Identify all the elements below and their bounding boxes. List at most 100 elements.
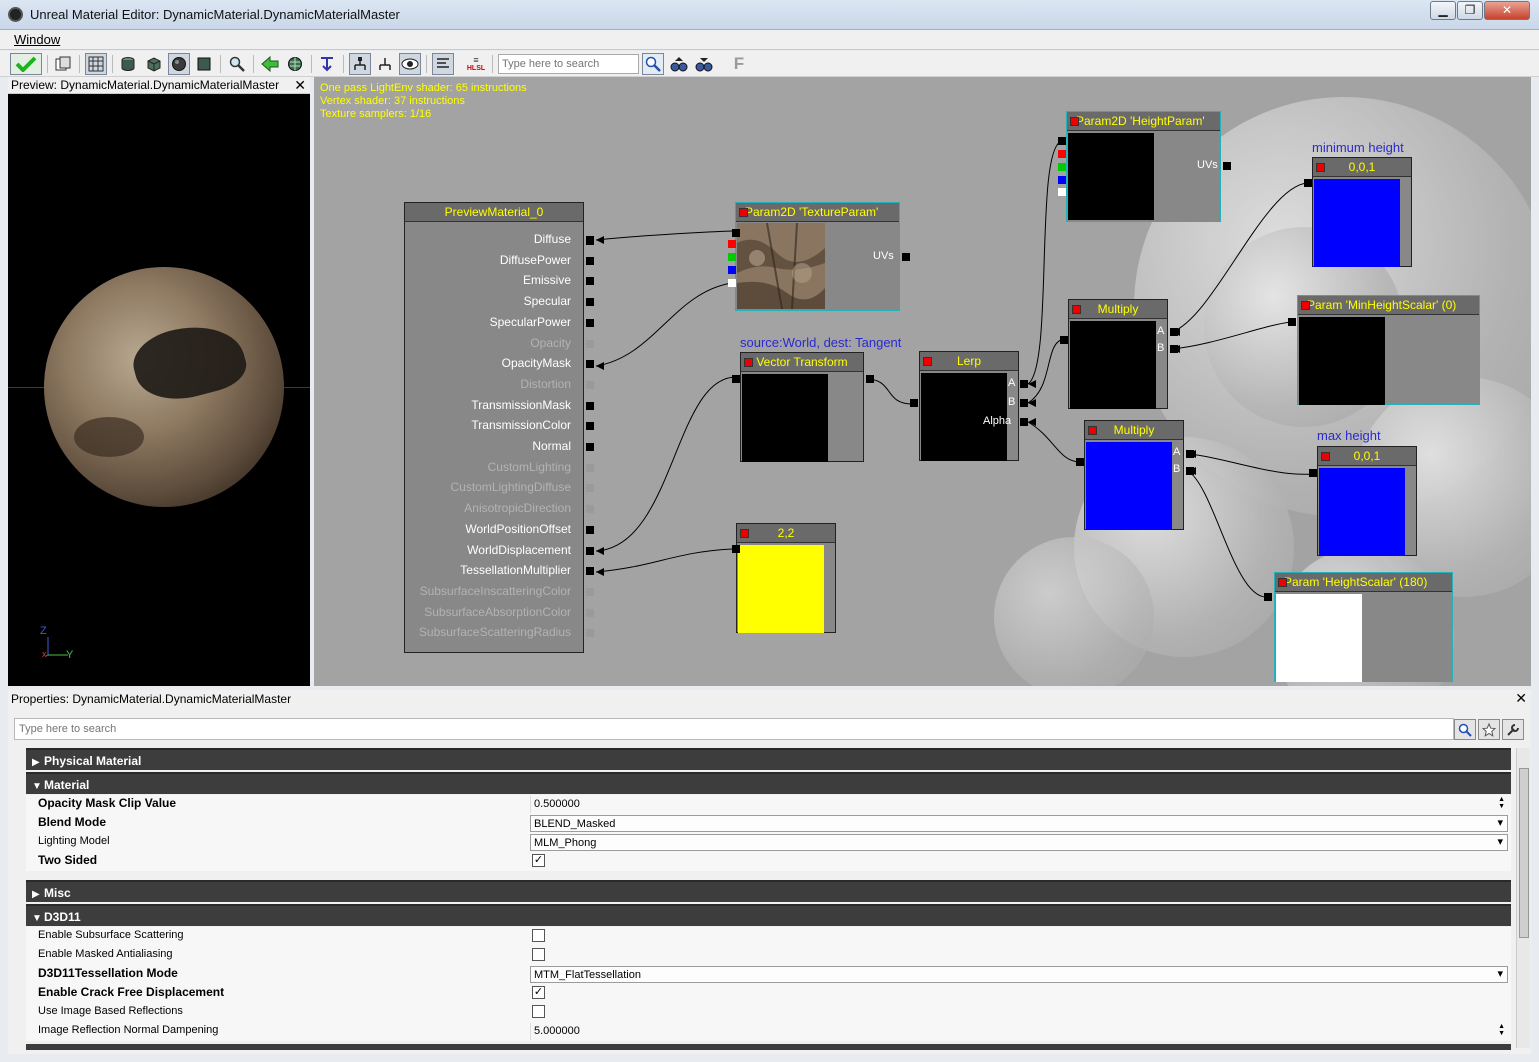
- material-input-pin[interactable]: [586, 525, 594, 534]
- node-min-height[interactable]: 0,0,1: [1312, 157, 1412, 267]
- material-input-pin[interactable]: [586, 401, 594, 410]
- material-input-pin[interactable]: [586, 629, 594, 638]
- ibr-checkbox[interactable]: [532, 1005, 545, 1018]
- material-input-pin[interactable]: [586, 443, 594, 451]
- go-to-material-button[interactable]: [259, 53, 281, 75]
- material-input-pin[interactable]: [586, 608, 594, 617]
- properties-search-button[interactable]: [1454, 719, 1476, 740]
- crack-free-checkbox[interactable]: ✓: [532, 986, 545, 999]
- home-node-button[interactable]: [284, 53, 306, 75]
- search-next-button[interactable]: [693, 53, 715, 75]
- toolbar-search-button[interactable]: [642, 53, 664, 75]
- property-settings-button[interactable]: [1502, 719, 1524, 740]
- blend-mode-select[interactable]: BLEND_Masked: [530, 815, 1508, 832]
- height-thumbnail: [1068, 133, 1154, 220]
- preview-sphere[interactable]: [44, 267, 284, 507]
- section-misc[interactable]: ▶ Misc: [26, 880, 1511, 902]
- material-input-pin[interactable]: [586, 463, 594, 472]
- node-min-height-scalar[interactable]: Param 'MinHeightScalar' (0): [1297, 295, 1480, 405]
- material-input-label: WorldPositionOffset: [465, 521, 571, 536]
- properties-search-input[interactable]: [14, 718, 1454, 740]
- material-input-pin[interactable]: [586, 546, 594, 555]
- favorites-button[interactable]: [1478, 719, 1500, 740]
- view-hlsl-button[interactable]: ≡ HLSL: [465, 53, 487, 75]
- texture-uvs-label: UVs: [873, 250, 894, 262]
- preview-close-button[interactable]: ✕: [294, 77, 306, 94]
- hlsl-label: HLSL: [466, 65, 486, 72]
- binoculars-up-icon: [670, 57, 688, 72]
- material-input-label: WorldDisplacement: [467, 542, 571, 557]
- spinner-icon[interactable]: ▲ ▼: [1498, 1023, 1505, 1037]
- vector-transform-preview: [742, 374, 828, 462]
- node-constant-2-2[interactable]: 2,2: [736, 523, 836, 633]
- material-input-pin[interactable]: [586, 505, 594, 514]
- masked-aa-checkbox[interactable]: [532, 948, 545, 961]
- node-texture-param[interactable]: Param2D 'TextureParam' UVs: [735, 202, 900, 311]
- toggle-preview-button[interactable]: [399, 53, 421, 75]
- material-input-pin[interactable]: [586, 567, 594, 576]
- subsurface-checkbox[interactable]: [532, 929, 545, 942]
- material-input-pin[interactable]: [586, 256, 594, 265]
- node-multiply-1[interactable]: Multiply A B: [1068, 299, 1168, 409]
- close-button[interactable]: ✕: [1484, 1, 1530, 20]
- node-lerp[interactable]: Lerp A B Alpha: [919, 351, 1019, 461]
- node-vector-transform[interactable]: Vector Transform: [740, 352, 864, 462]
- node-max-height[interactable]: 0,0,1: [1317, 446, 1417, 556]
- material-input-pin[interactable]: [586, 422, 594, 431]
- menu-window[interactable]: Window: [14, 32, 60, 47]
- flatten-button[interactable]: F: [728, 53, 750, 75]
- realtime-nodes-button[interactable]: [374, 53, 396, 75]
- properties-close-button[interactable]: ✕: [1515, 690, 1527, 707]
- plane-preview-button[interactable]: [193, 53, 215, 75]
- plane-icon: [197, 57, 211, 71]
- material-input-pin[interactable]: [586, 277, 594, 286]
- lighting-model-select[interactable]: MLM_Phong: [530, 834, 1508, 851]
- section-material[interactable]: ▼ Material: [26, 772, 1511, 794]
- star-icon: [1482, 722, 1496, 737]
- material-input-pin[interactable]: [586, 298, 594, 307]
- node-preview-material[interactable]: PreviewMaterial_0 Diffuse DiffusePower Emi…: [404, 202, 594, 653]
- minimize-button[interactable]: ▁: [1430, 1, 1456, 20]
- stats-button[interactable]: [432, 53, 454, 75]
- material-input-pin[interactable]: [586, 484, 594, 493]
- restore-button[interactable]: ❐: [1457, 1, 1483, 20]
- node-height-scalar[interactable]: Param 'HeightScalar' (180): [1274, 572, 1453, 682]
- tessellation-mode-select[interactable]: MTM_FlatTessellation: [530, 966, 1508, 983]
- material-input-label: OpacityMask: [501, 356, 571, 371]
- node-multiply-2[interactable]: Multiply A B: [1084, 420, 1184, 530]
- two-sided-checkbox[interactable]: ✓: [532, 854, 545, 867]
- node-min-height-scalar-title: Param 'MinHeightScalar' (0): [1298, 296, 1479, 315]
- find-button[interactable]: [226, 53, 248, 75]
- material-input-pin[interactable]: [586, 339, 594, 348]
- sphere-preview-button[interactable]: [168, 53, 190, 75]
- opacity-mask-clip-field[interactable]: 0.500000: [530, 796, 1508, 813]
- node-height-param[interactable]: Param2D 'HeightParam' UVs: [1066, 111, 1221, 222]
- apply-button[interactable]: [10, 53, 42, 75]
- material-input-label: Distortion: [520, 376, 571, 391]
- toolbar-search-input[interactable]: [498, 54, 639, 74]
- section-physical-material[interactable]: ▶ Physical Material: [26, 748, 1511, 770]
- material-input-pin[interactable]: [586, 360, 594, 369]
- cylinder-preview-button[interactable]: [117, 53, 139, 75]
- spinner-icon[interactable]: ▲ ▼: [1498, 796, 1505, 810]
- properties-header: Properties: DynamicMaterial.DynamicMater…: [8, 690, 1531, 708]
- toggle-connectors-button[interactable]: [316, 53, 338, 75]
- node-link-alt-icon: [379, 58, 391, 70]
- realtime-preview-button[interactable]: [349, 53, 371, 75]
- axis-x-label: x: [42, 649, 47, 659]
- properties-scrollbar[interactable]: [1516, 748, 1530, 1048]
- clean-graph-button[interactable]: [52, 53, 74, 75]
- material-graph-canvas[interactable]: One pass LightEnv shader: 65 instruction…: [314, 77, 1531, 686]
- sphere-icon: [172, 57, 186, 71]
- material-input-pin[interactable]: [586, 318, 594, 327]
- cube-preview-button[interactable]: [143, 53, 165, 75]
- row-lighting-model: Lighting Model MLM_Phong: [26, 833, 1511, 852]
- search-prev-button[interactable]: [668, 53, 690, 75]
- hlsl-lines-icon: ≡: [473, 55, 479, 65]
- material-input-pin[interactable]: [586, 587, 594, 596]
- section-d3d11[interactable]: ▼ D3D11: [26, 904, 1511, 926]
- ibr-normal-field[interactable]: 5.000000: [530, 1023, 1508, 1040]
- grid-toggle-button[interactable]: [85, 53, 107, 75]
- material-input-pin[interactable]: [586, 380, 594, 389]
- row-ibr-normal: Image Reflection Normal Dampening 5.0000…: [26, 1022, 1511, 1041]
